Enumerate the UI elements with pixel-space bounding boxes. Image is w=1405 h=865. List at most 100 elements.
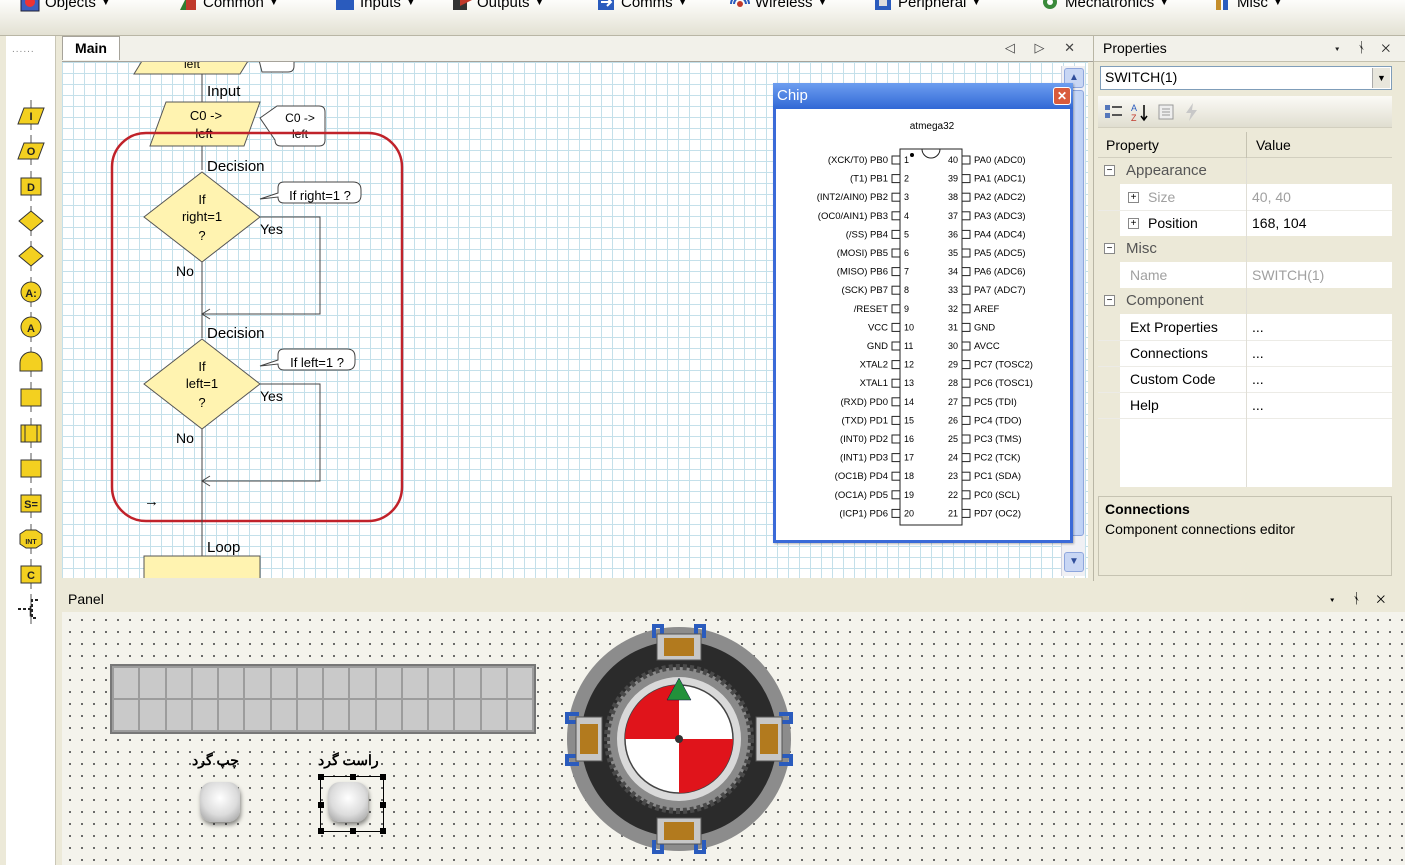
switch-left-button[interactable] <box>200 782 240 822</box>
flow-loop-block[interactable] <box>143 555 261 578</box>
chip-pin-right-label: PA2 (ADC2) <box>974 192 1026 203</box>
switch-right-label: راست گرد <box>318 752 379 768</box>
events-icon[interactable] <box>1182 102 1202 122</box>
chip-window-titlebar[interactable]: Chip ✕ <box>773 83 1073 109</box>
collapse-icon[interactable]: − <box>1104 295 1115 306</box>
tab-main[interactable]: Main <box>62 36 120 60</box>
chip-pin-left <box>891 322 901 332</box>
comment-icon[interactable]: [ <box>16 594 46 625</box>
chip-pin-right-number: 40 <box>948 155 958 165</box>
toolbar-common[interactable]: Common ▼ <box>178 0 279 14</box>
input-icon[interactable]: I <box>16 100 46 130</box>
toolbar-comms[interactable]: Comms ▼ <box>596 0 688 14</box>
interrupt-icon[interactable]: INT <box>16 523 46 554</box>
call-macro-icon[interactable] <box>16 453 46 483</box>
toolbar-objects[interactable]: Objects ▼ <box>20 0 111 14</box>
property-pages-icon[interactable] <box>1156 102 1176 122</box>
chip-pin-right-label: PC6 (TOSC1) <box>974 378 1033 389</box>
expand-icon[interactable]: + <box>1128 218 1139 229</box>
macro-icon[interactable] <box>16 347 46 378</box>
category-misc[interactable]: − Misc <box>1098 236 1392 262</box>
col-property-header: Property <box>1106 137 1159 153</box>
panel-header-controls[interactable]: ▾ ᛀ ✕ <box>1328 590 1391 606</box>
sort-alpha-icon[interactable]: AZ <box>1130 102 1150 123</box>
category-component[interactable]: − Component <box>1098 288 1392 314</box>
palette-icon-label: O <box>27 146 36 158</box>
properties-header-controls[interactable]: ▾ ᛀ ✕ <box>1333 39 1396 55</box>
flow-input-label: Input <box>207 83 241 100</box>
loop-icon[interactable] <box>16 417 46 448</box>
chip-pin-right-number: 22 <box>948 490 958 500</box>
chip-pin-right-label: AREF <box>974 304 1000 315</box>
decision-icon[interactable] <box>16 205 46 236</box>
toolbar-inputs[interactable]: Inputs ▼ <box>335 0 416 14</box>
ext-properties-value[interactable]: ... <box>1248 314 1264 340</box>
name-label: Name <box>1130 267 1168 283</box>
chip-pin-right-number: 36 <box>948 229 958 239</box>
object-selector[interactable]: SWITCH(1) ▼ <box>1100 66 1392 90</box>
position-value[interactable]: 168, 104 <box>1248 210 1307 236</box>
toolbar-comms-label: Comms <box>621 0 673 11</box>
panel-canvas[interactable]: چپ گرد راست گرد <box>62 612 1405 865</box>
palette-grip[interactable]: ...... <box>12 44 35 55</box>
flow-decision2-comment: If left=1 ? <box>259 348 356 371</box>
chip-pin-right-label: PA3 (ADC3) <box>974 211 1026 222</box>
connections-value[interactable]: ... <box>1248 340 1264 366</box>
chip-pin-right-number: 21 <box>948 508 958 518</box>
delay-icon[interactable]: D <box>16 170 46 201</box>
stepper-motor[interactable] <box>564 618 794 858</box>
collapse-icon[interactable]: − <box>1104 165 1115 176</box>
custom-code-value[interactable]: ... <box>1248 366 1264 392</box>
chip-pin-right-label: PC4 (TDO) <box>974 415 1022 426</box>
switch-right-button[interactable] <box>328 782 368 822</box>
string-icon[interactable]: S= <box>16 488 46 519</box>
tab-controls[interactable]: ◁ ▷ ✕ <box>1005 40 1083 56</box>
category-appearance[interactable]: − Appearance <box>1098 158 1392 184</box>
switch-icon[interactable] <box>16 241 46 272</box>
lcd-cell <box>429 700 454 730</box>
chip-pin-left-label: XTAL1 <box>860 378 888 389</box>
flow-decision2-comment-text: If left=1 ? <box>290 355 344 370</box>
chip-pin-left-label: (TXD) PD1 <box>842 415 888 426</box>
chip-pin-right-number: 29 <box>948 360 958 370</box>
output-icon[interactable]: O <box>16 135 46 166</box>
chip-pin-right <box>961 434 971 444</box>
chip-pin-right-number: 39 <box>948 174 958 184</box>
collapse-icon[interactable]: − <box>1104 243 1115 254</box>
toolbar-outputs[interactable]: Outputs ▼ <box>452 0 544 14</box>
toolbar-misc[interactable]: Misc ▼ <box>1212 0 1283 14</box>
help-value[interactable]: ... <box>1248 392 1264 418</box>
flow-decision2[interactable]: If left=1 ? <box>143 338 261 430</box>
toolbar-peripheral[interactable]: Peripheral ▼ <box>873 0 981 14</box>
chip-pin-left <box>891 434 901 444</box>
lcd-cell <box>324 668 349 698</box>
panel-title: Panel <box>68 591 104 607</box>
chip-pin-left <box>891 211 901 221</box>
component-macro-icon[interactable] <box>16 382 46 413</box>
lcd-cell <box>376 700 401 730</box>
flow-input-top[interactable]: left <box>133 62 256 75</box>
lcd-cell <box>219 668 244 698</box>
flow-decision1[interactable]: If right=1 ? <box>143 171 261 263</box>
chip-pin-left-label: (XCK/T0) PB0 <box>828 155 888 166</box>
lcd-display[interactable] <box>110 664 536 734</box>
scroll-down-icon[interactable]: ▼ <box>1064 552 1084 572</box>
expand-icon[interactable]: + <box>1128 192 1139 203</box>
categorized-icon[interactable] <box>1104 102 1124 122</box>
lcd-cell <box>402 668 427 698</box>
close-icon[interactable]: ✕ <box>1053 87 1071 105</box>
chevron-down-icon[interactable]: ▼ <box>1372 68 1390 88</box>
lcd-cell <box>376 668 401 698</box>
inputs-icon <box>335 0 355 12</box>
chip-pin-right-number: 37 <box>948 211 958 221</box>
chevron-down-icon: ▼ <box>677 0 688 8</box>
toolbar-wireless[interactable]: Wireless ▼ <box>730 0 827 14</box>
calculation-icon[interactable]: A: <box>16 276 46 307</box>
connection-point-icon[interactable]: A <box>16 311 46 342</box>
properties-panel: Properties ▾ ᛀ ✕ SWITCH(1) ▼ AZ Property… <box>1093 36 1405 581</box>
chip-pin-left <box>891 304 901 314</box>
lcd-cell <box>429 668 454 698</box>
toolbar-mechatronics[interactable]: Mechatronics ▼ <box>1040 0 1169 14</box>
flow-input-block[interactable]: C0 -> left <box>149 101 261 147</box>
c-code-icon[interactable]: C <box>16 558 46 589</box>
